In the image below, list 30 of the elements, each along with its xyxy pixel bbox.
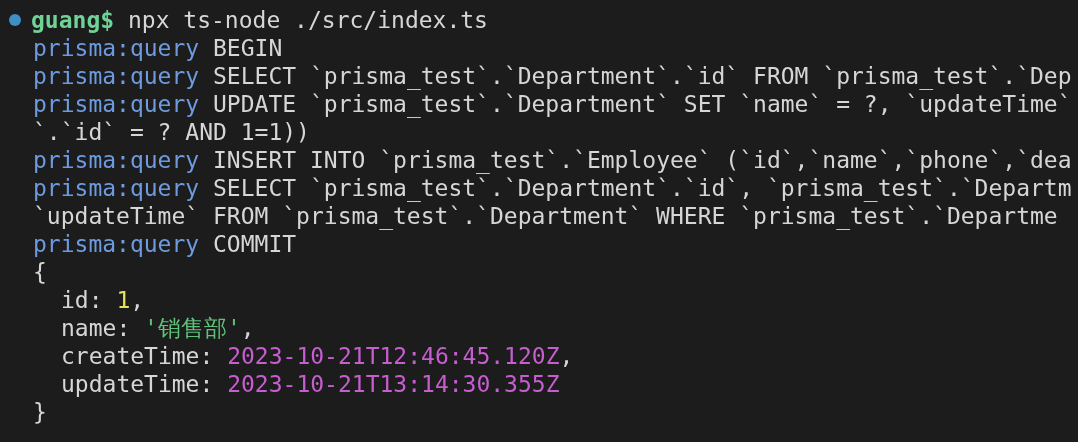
comma-text: ,	[130, 287, 145, 313]
comma-text: ,	[240, 315, 255, 341]
log-text: COMMIT	[213, 230, 297, 258]
log-text: UPDATE `prisma_test`.`Department` SET `name` = ?, `updateTime`	[213, 90, 1072, 118]
prompt-user: guang$	[31, 6, 115, 34]
log-text: BEGIN	[213, 34, 283, 62]
log-text: SELECT `prisma_test`.`Department`.`id`, `prisma_test`.`Departm	[213, 174, 1072, 202]
field-value: 1	[116, 287, 131, 313]
log-text: INSERT INTO `prisma_test`.`Employee` (`id`,`name`,`phone`,`dea	[213, 146, 1072, 174]
field-key: createTime:	[61, 342, 214, 370]
field-key: id:	[61, 286, 103, 314]
field-value: '销售部'	[144, 315, 241, 341]
log-tag: prisma:query	[33, 174, 200, 202]
log-tag: prisma:query	[33, 90, 200, 118]
field-key: updateTime:	[61, 370, 214, 398]
field-value: 2023-10-21T13:14:30.355Z	[227, 371, 560, 397]
log-text: `.`id` = ? AND 1=1))	[33, 118, 310, 146]
log-text: `updateTime` FROM `prisma_test`.`Department` WHERE `prisma_test`.`Departme	[33, 202, 1058, 230]
log-text: SELECT `prisma_test`.`Department`.`id` FROM `prisma_test`.`Dep	[213, 62, 1072, 90]
log-tag: prisma:query	[33, 230, 200, 258]
brace-text: {	[33, 258, 47, 286]
log-tag: prisma:query	[33, 62, 200, 90]
comma-text: ,	[559, 343, 574, 369]
command-text: npx ts-node ./src/index.ts	[127, 6, 488, 34]
log-tag: prisma:query	[33, 34, 200, 62]
field-key: name:	[61, 314, 131, 342]
status-dot-icon	[9, 14, 21, 26]
log-tag: prisma:query	[33, 146, 200, 174]
brace-text: }	[33, 398, 47, 426]
field-value: 2023-10-21T12:46:45.120Z	[227, 343, 560, 369]
